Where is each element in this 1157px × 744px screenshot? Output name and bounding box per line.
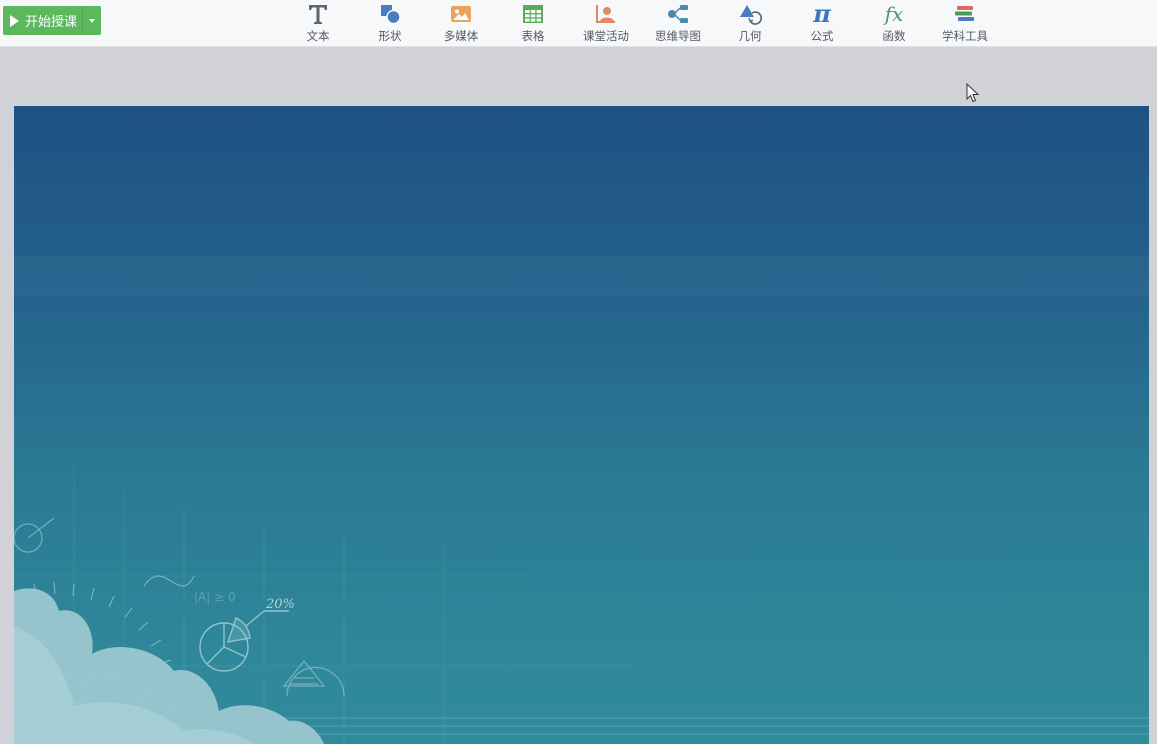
tool-subject[interactable]: 学科工具 — [929, 2, 1001, 44]
books-icon — [953, 2, 977, 25]
pi-icon: π — [813, 0, 831, 28]
caret-down-icon — [89, 18, 95, 23]
tool-formula[interactable]: π 公式 — [786, 0, 858, 44]
toolbar: 开始授课 文本 形状 多媒体 表格 课堂活动 思维导图 几何 π 公式 fx 函… — [0, 0, 1157, 47]
start-class-label: 开始授课 — [25, 15, 78, 30]
fx-icon: fx — [884, 1, 904, 26]
mouse-cursor-icon — [966, 82, 980, 107]
tool-mindmap[interactable]: 思维导图 — [642, 2, 714, 44]
tool-label: 文本 — [306, 29, 330, 43]
tool-text[interactable]: 文本 — [282, 2, 354, 44]
tool-label: 公式 — [810, 29, 834, 43]
slide[interactable]: 20% |A| ≥ 0 — [14, 106, 1149, 744]
tool-label: 几何 — [738, 29, 762, 43]
deco-formula-text: |A| ≥ 0 — [194, 590, 236, 604]
play-icon — [10, 14, 19, 27]
start-class-dropdown[interactable] — [82, 6, 101, 35]
tool-geometry[interactable]: 几何 — [714, 2, 786, 44]
tool-label: 思维导图 — [655, 29, 701, 43]
tool-table[interactable]: 表格 — [497, 2, 569, 44]
tool-label: 多媒体 — [443, 29, 479, 43]
tool-activity[interactable]: 课堂活动 — [570, 2, 642, 44]
table-icon — [521, 2, 545, 25]
tool-media[interactable]: 多媒体 — [425, 2, 497, 44]
tool-function[interactable]: fx 函数 — [858, 2, 930, 44]
tool-label: 学科工具 — [942, 29, 988, 43]
tool-label: 表格 — [521, 29, 545, 43]
mindmap-icon — [666, 2, 690, 25]
person-activity-icon — [594, 2, 618, 25]
geometry-icon — [738, 2, 762, 25]
text-t-icon — [306, 2, 330, 25]
shape-icon — [378, 2, 402, 25]
deco-percent-text: 20% — [265, 597, 295, 612]
tool-label: 形状 — [378, 29, 402, 43]
start-class-button[interactable]: 开始授课 — [3, 6, 101, 35]
slide-decoration: 20% |A| ≥ 0 — [14, 466, 1149, 744]
tool-shape[interactable]: 形状 — [354, 2, 426, 44]
image-icon — [449, 2, 473, 25]
tool-label: 课堂活动 — [583, 29, 629, 43]
tool-label: 函数 — [882, 29, 906, 43]
